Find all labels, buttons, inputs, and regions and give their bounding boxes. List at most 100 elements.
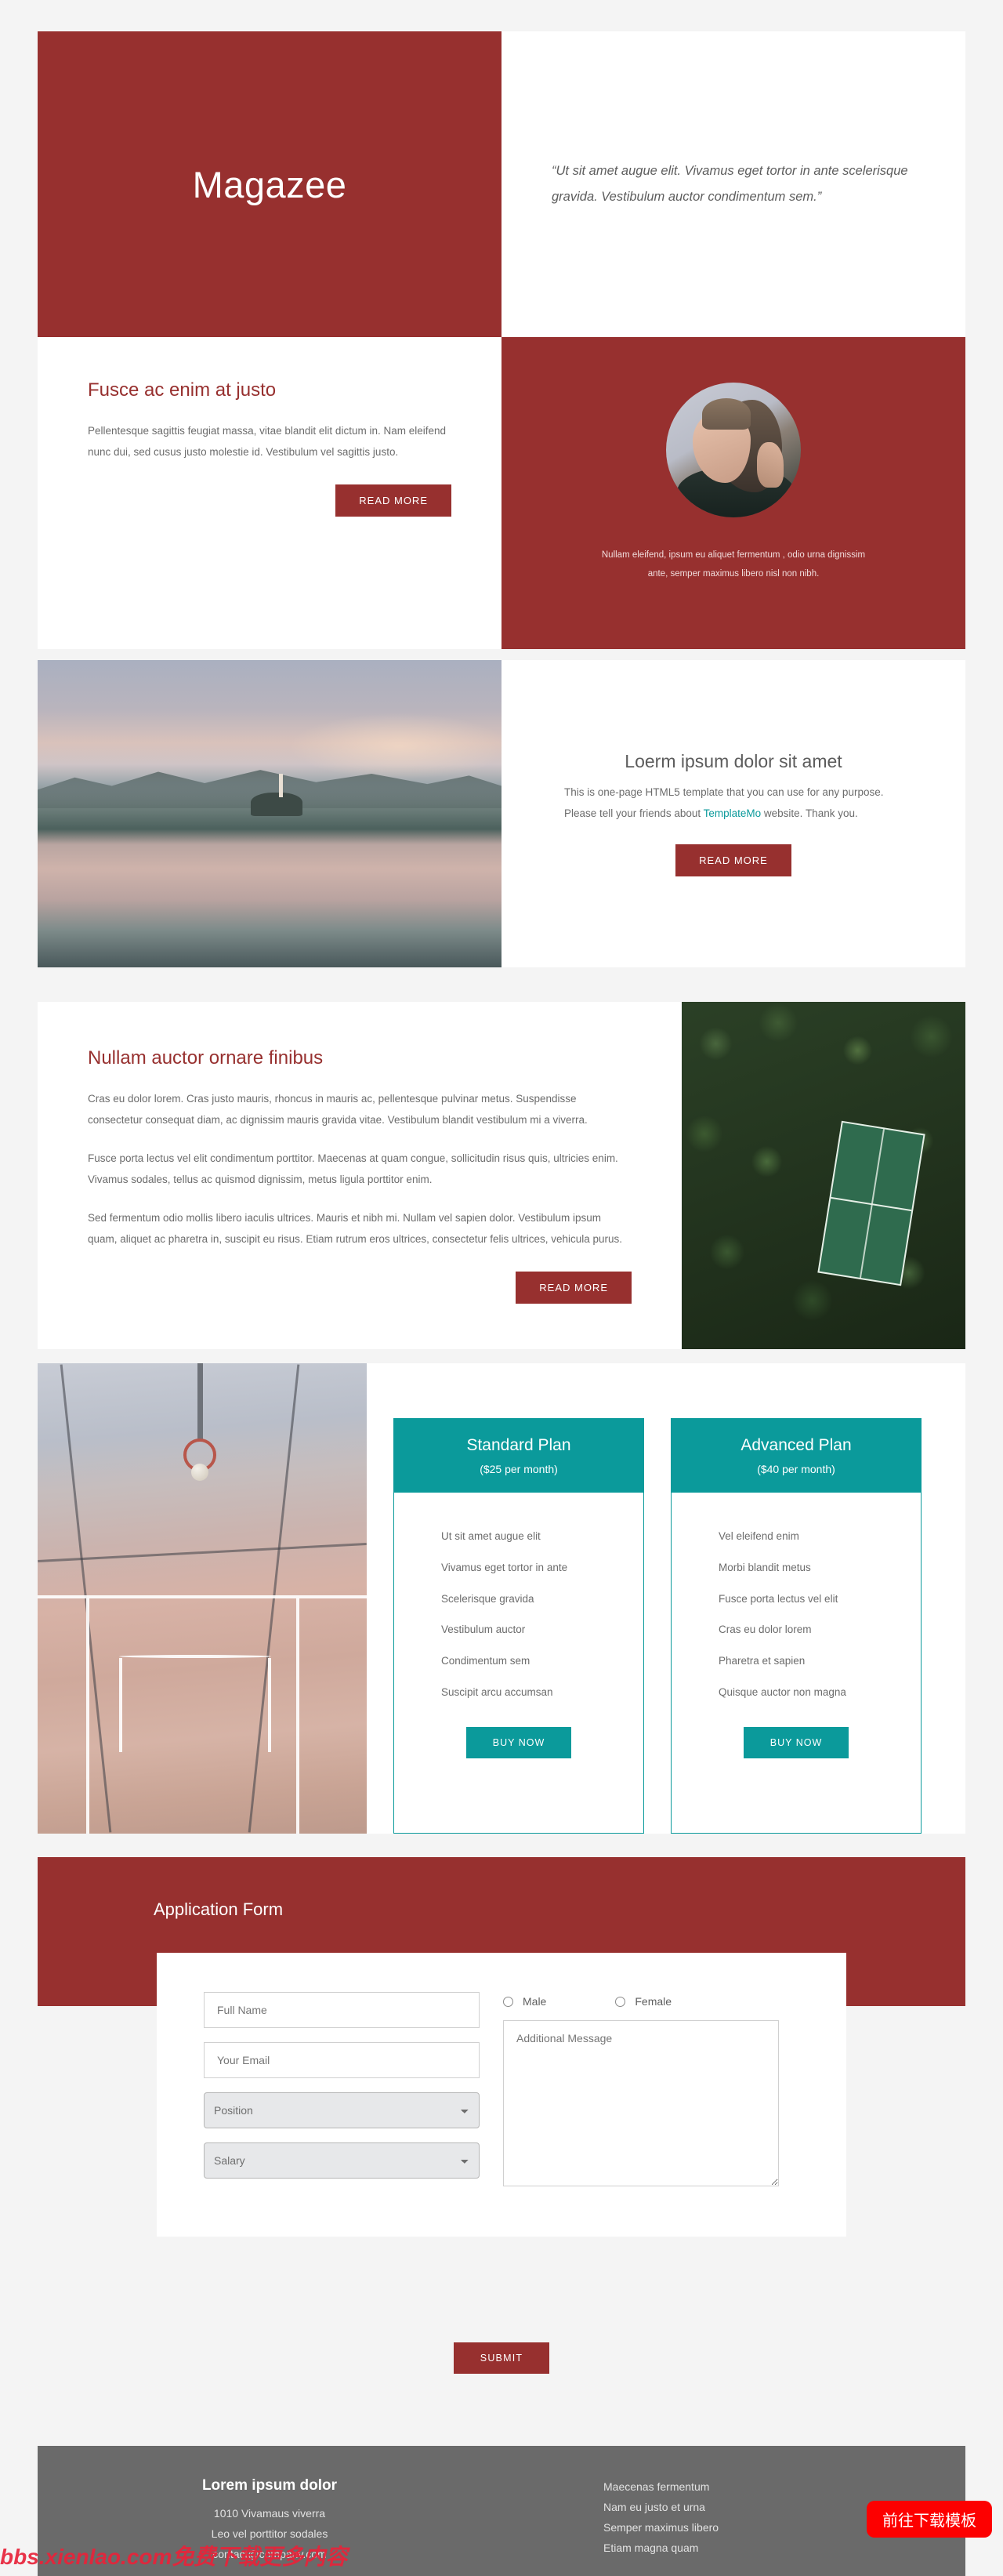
plan-feature: Morbi blandit metus: [719, 1561, 811, 1573]
plan-feature: Vel eleifend enim: [719, 1530, 799, 1542]
hoop-pole-shape: [197, 1363, 203, 1442]
plan-feature: Ut sit amet augue elit: [441, 1530, 541, 1542]
plan-name-standard: Standard Plan: [466, 1436, 571, 1454]
church-spire-shape: [278, 774, 283, 798]
salary-select[interactable]: Salary: [204, 2142, 480, 2179]
footer-address-column: Lorem ipsum dolor 1010 Vivamaus viverra …: [38, 2477, 502, 2576]
buy-now-button-advanced[interactable]: BUY NOW: [743, 1726, 849, 1758]
pricing-section: Standard Plan ($25 per month) Ut sit ame…: [38, 1363, 965, 1834]
buy-now-button-standard[interactable]: BUY NOW: [465, 1726, 572, 1758]
court-line-arc: [119, 1655, 271, 1658]
tennis-court-shape: [817, 1121, 925, 1286]
page-root: Magazee “Ut sit amet augue elit. Vivamus…: [0, 0, 1003, 2576]
intro-heading: Fusce ac enim at justo: [88, 379, 277, 401]
footer-link[interactable]: Maecenas fermentum: [603, 2477, 965, 2498]
gender-male-label: Male: [523, 1995, 547, 2008]
basketball-shape: [191, 1464, 208, 1481]
article-text-panel: Nullam auctor ornare finibus Cras eu dol…: [38, 1002, 682, 1349]
plan-feature: Quisque auctor non magna: [719, 1686, 846, 1699]
download-template-button[interactable]: 前往下载模板: [867, 2501, 992, 2538]
plan-price-advanced: ($40 per month): [757, 1463, 835, 1475]
article-read-more-button[interactable]: READ MORE: [516, 1272, 632, 1304]
plan-body-standard: Ut sit amet augue elit Vivamus eget tort…: [394, 1493, 643, 1780]
about-paragraph: This is one-page HTML5 template that you…: [564, 782, 903, 824]
article-paragraph-2: Fusce porta lectus vel elit condimentum …: [88, 1152, 618, 1185]
avatar-hair-top-shape: [702, 398, 751, 430]
footer-address-line-1: 1010 Vivamaus viverra: [213, 2507, 326, 2520]
about-text-panel: Loerm ipsum dolor sit amet This is one-p…: [502, 660, 965, 967]
plan-header-advanced: Advanced Plan ($40 per month): [672, 1419, 921, 1493]
court-photo-graphic: [38, 1363, 367, 1834]
lake-photo-graphic: [38, 660, 502, 967]
pricing-plan-standard: Standard Plan ($25 per month) Ut sit ame…: [393, 1418, 644, 1834]
article-paragraph-1: Cras eu dolor lorem. Cras justo mauris, …: [88, 1093, 588, 1126]
court-line-h-1: [38, 1543, 367, 1562]
radio-icon[interactable]: [615, 1996, 626, 2007]
hero-section: Magazee “Ut sit amet augue elit. Vivamus…: [38, 0, 965, 337]
forest-image: [682, 1002, 965, 1349]
footer-address-line-3: contact@company.com: [212, 2547, 327, 2560]
island-shape: [251, 792, 303, 816]
submit-button[interactable]: SUBMIT: [453, 2342, 550, 2374]
application-form-card: Position Salary Male Female: [157, 1953, 846, 2237]
radio-icon[interactable]: [503, 1996, 513, 2007]
intro-read-more-button[interactable]: READ MORE: [335, 484, 451, 517]
hero-brand-panel: Magazee: [38, 31, 502, 337]
avatar-caption: Nullam eleifend, ipsum eu aliquet fermen…: [601, 550, 866, 579]
court-line-left: [86, 1598, 89, 1834]
plan-body-advanced: Vel eleifend enim Morbi blandit metus Fu…: [672, 1493, 921, 1780]
lake-image: [38, 660, 502, 967]
article-section: Nullam auctor ornare finibus Cras eu dol…: [38, 1002, 965, 1349]
forest-photo-graphic: [682, 1002, 965, 1349]
court-line-key-left: [119, 1658, 122, 1752]
pricing-plans: Standard Plan ($25 per month) Ut sit ame…: [367, 1363, 965, 1834]
application-form-section: Application Form Position Salary Male: [0, 1857, 1003, 2265]
about-heading: Loerm ipsum dolor sit amet: [625, 751, 842, 771]
court-line-key-right: [268, 1658, 271, 1752]
additional-message-textarea[interactable]: [503, 2020, 779, 2186]
article-heading: Nullam auctor ornare finibus: [88, 1047, 324, 1068]
page-title: Magazee: [192, 163, 347, 205]
site-footer: Lorem ipsum dolor 1010 Vivamaus viverra …: [38, 2446, 965, 2576]
plan-feature: Pharetra et sapien: [719, 1655, 806, 1667]
footer-title: Lorem ipsum dolor: [201, 2477, 338, 2494]
form-right-column: Male Female: [503, 1992, 779, 2193]
plan-feature: Condimentum sem: [441, 1655, 530, 1667]
about-paragraph-after: website. Thank you.: [761, 807, 858, 819]
plan-feature: Scelerisque gravida: [441, 1592, 534, 1605]
position-select[interactable]: Position: [204, 2092, 480, 2128]
plan-feature-list-standard: Ut sit amet augue elit Vivamus eget tort…: [394, 1521, 643, 1708]
plan-feature: Vivamus eget tortor in ante: [441, 1561, 568, 1573]
footer-link[interactable]: Etiam magna quam: [603, 2538, 965, 2559]
court-line-right: [296, 1598, 299, 1834]
email-input[interactable]: [204, 2042, 480, 2078]
intro-paragraph: Pellentesque sagittis feugiat massa, vit…: [88, 425, 446, 458]
plan-feature: Vestibulum auctor: [441, 1624, 526, 1636]
gender-male-option[interactable]: Male: [503, 1995, 546, 2008]
hero-quote-text: “Ut sit amet augue elit. Vivamus eget to…: [552, 164, 908, 204]
plan-feature: Suscipit arcu accumsan: [441, 1686, 553, 1699]
form-left-column: Position Salary: [204, 1992, 480, 2193]
court-line-diag-2: [248, 1364, 300, 1833]
basketball-court-image: [38, 1363, 367, 1834]
plan-feature: Cras eu dolor lorem: [719, 1624, 812, 1636]
about-button-row: READ MORE: [675, 844, 791, 876]
article-paragraph-3: Sed fermentum odio mollis libero iaculis…: [88, 1212, 623, 1245]
avatar: [666, 383, 801, 517]
about-section: Loerm ipsum dolor sit amet This is one-p…: [38, 660, 965, 967]
pricing-plan-advanced: Advanced Plan ($40 per month) Vel eleife…: [671, 1418, 922, 1834]
intro-text-panel: Fusce ac enim at justo Pellentesque sagi…: [38, 337, 502, 649]
intro-button-row: READ MORE: [88, 484, 451, 517]
about-read-more-button[interactable]: READ MORE: [675, 844, 791, 876]
form-title: Application Form: [154, 1899, 284, 1919]
submit-row: SUBMIT: [157, 2342, 846, 2374]
gender-female-label: Female: [635, 1995, 672, 2008]
avatar-arm-shape: [757, 442, 784, 488]
article-button-row: READ MORE: [88, 1272, 632, 1304]
templatemo-link[interactable]: TemplateMo: [704, 807, 762, 819]
gender-female-option[interactable]: Female: [615, 1995, 672, 2008]
full-name-input[interactable]: [204, 1992, 480, 2028]
gender-radio-group: Male Female: [503, 1992, 779, 2008]
plan-feature-list-advanced: Vel eleifend enim Morbi blandit metus Fu…: [672, 1521, 921, 1708]
plan-feature: Fusce porta lectus vel elit: [719, 1592, 838, 1605]
